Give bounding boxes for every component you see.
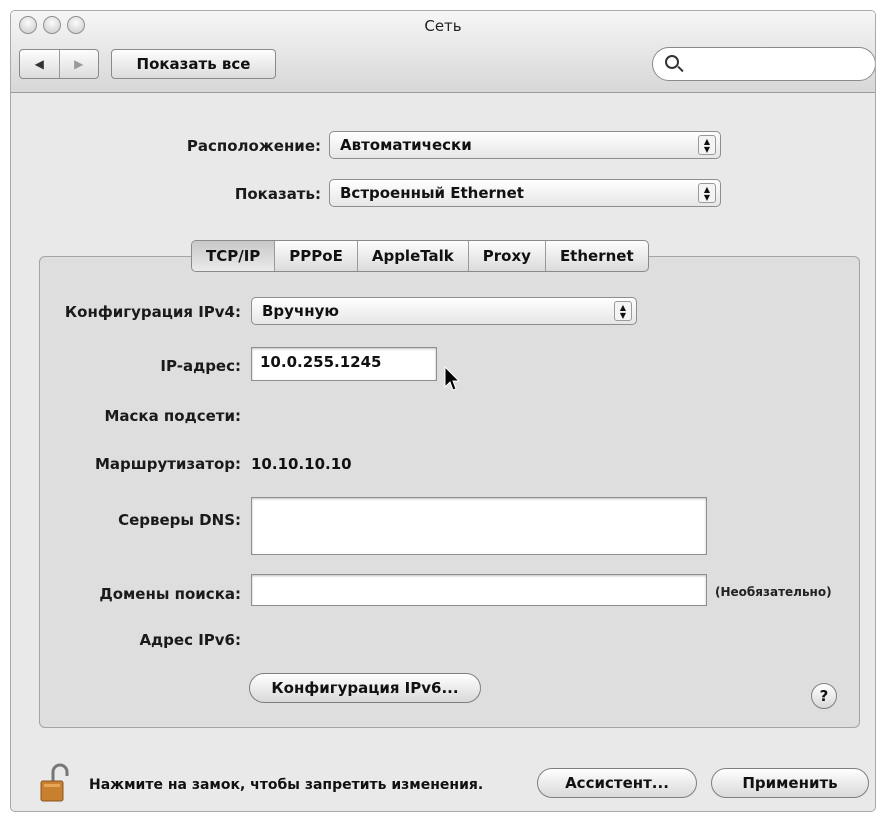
search-field[interactable]: [652, 47, 875, 81]
lock-instruction-text: Нажмите на замок, чтобы запретить измене…: [89, 777, 484, 793]
ip-address-value: 10.0.255.1245: [260, 353, 382, 371]
ipv4-config-popup[interactable]: Вручную ▲ ▼: [251, 297, 637, 325]
dns-servers-field[interactable]: [251, 497, 707, 555]
ipv4-config-value: Вручную: [262, 302, 339, 320]
window-title: Сеть: [424, 17, 462, 35]
search-icon: [665, 55, 679, 69]
ip-address-field[interactable]: 10.0.255.1245: [251, 347, 437, 381]
ipv4-config-label: Конфигурация IPv4:: [64, 303, 241, 321]
configure-ipv6-button[interactable]: Конфигурация IPv6...: [249, 673, 481, 703]
location-value: Автоматически: [340, 136, 472, 154]
back-forward-control: ◀ ▶: [19, 49, 99, 79]
forward-icon[interactable]: ▶: [58, 50, 99, 78]
title-bar: Сеть ◀ ▶ Показать все: [11, 11, 875, 93]
subnet-mask-label: Маска подсети:: [104, 407, 241, 425]
help-button[interactable]: ?: [811, 683, 837, 709]
location-label: Расположение:: [186, 137, 321, 155]
popup-arrows-icon: ▲ ▼: [614, 301, 632, 321]
popup-arrows-icon: ▲ ▼: [698, 183, 716, 203]
network-preferences-window: Сеть ◀ ▶ Показать все Расположение: Авто…: [10, 10, 876, 812]
show-label: Показать:: [234, 185, 321, 203]
search-domains-label: Домены поиска:: [99, 585, 241, 603]
tcpip-group-box: [39, 256, 860, 728]
mouse-cursor-icon: [444, 366, 461, 391]
search-domains-field[interactable]: [251, 574, 707, 606]
ip-address-label: IP-адрес:: [160, 357, 241, 375]
tab-tcpip[interactable]: TCP/IP: [192, 241, 275, 271]
tab-appletalk[interactable]: AppleTalk: [356, 241, 468, 271]
location-popup[interactable]: Автоматически ▲ ▼: [329, 131, 721, 159]
ipv6-address-label: Адрес IPv6:: [139, 631, 241, 649]
apply-button[interactable]: Применить: [711, 768, 869, 798]
show-popup[interactable]: Встроенный Ethernet ▲ ▼: [329, 179, 721, 207]
optional-hint: (Необязательно): [715, 585, 832, 599]
router-label: Маршрутизатор:: [94, 455, 241, 473]
router-value: 10.10.10.10: [251, 455, 352, 473]
unlocked-padlock-icon[interactable]: [39, 763, 75, 805]
show-value: Встроенный Ethernet: [340, 184, 524, 202]
back-icon[interactable]: ◀: [20, 50, 59, 78]
assist-me-button[interactable]: Ассистент...: [537, 768, 697, 798]
tab-proxy[interactable]: Proxy: [467, 241, 545, 271]
tab-bar: TCP/IP PPPoE AppleTalk Proxy Ethernet: [191, 240, 649, 272]
tab-ethernet[interactable]: Ethernet: [544, 241, 648, 271]
tab-pppoe[interactable]: PPPoE: [274, 241, 357, 271]
show-all-button[interactable]: Показать все: [111, 49, 276, 79]
dns-servers-label: Серверы DNS:: [118, 511, 241, 529]
popup-arrows-icon: ▲ ▼: [698, 135, 716, 155]
